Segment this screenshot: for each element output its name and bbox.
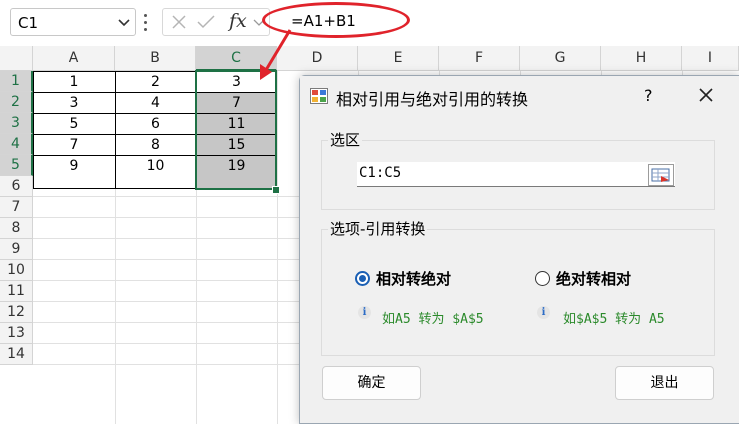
exit-button[interactable]: 退出: [615, 366, 714, 400]
option1-label[interactable]: 相对转绝对: [376, 268, 451, 289]
name-box[interactable]: C1: [10, 8, 136, 36]
row-header-1[interactable]: 1: [0, 71, 33, 92]
radio-absolute-to-relative[interactable]: [535, 271, 550, 286]
row-header-7[interactable]: 7: [0, 197, 33, 218]
row-header-9[interactable]: 9: [0, 239, 33, 260]
cell-b2[interactable]: 4: [115, 92, 196, 113]
fill-handle[interactable]: [272, 186, 280, 194]
gridline: [277, 71, 278, 424]
app-icon: [310, 88, 328, 104]
row-header-6[interactable]: 6: [0, 176, 33, 197]
cell-a2[interactable]: 3: [33, 92, 115, 113]
cell-a4[interactable]: 7: [33, 134, 115, 155]
column-header-b[interactable]: B: [115, 46, 196, 71]
info-icon: i: [358, 306, 371, 319]
select-all-corner[interactable]: [0, 46, 33, 71]
range-select-icon[interactable]: [648, 164, 674, 186]
ok-button[interactable]: 确定: [322, 366, 421, 400]
column-header-a[interactable]: A: [33, 46, 115, 71]
row-header-5[interactable]: 5: [0, 155, 33, 176]
row-header-3[interactable]: 3: [0, 113, 33, 134]
cell-b4[interactable]: 8: [115, 134, 196, 155]
cell-a5[interactable]: 9: [33, 155, 115, 176]
column-header-e[interactable]: E: [358, 46, 439, 71]
cell-a1[interactable]: 1: [33, 71, 115, 92]
conversion-dialog: 相对引用与绝对引用的转换 ? 选区 C1:C5 选项-引用转换 相对转绝对 绝对…: [299, 75, 739, 424]
insert-function-button[interactable]: fx: [229, 10, 247, 32]
help-button[interactable]: ?: [644, 86, 653, 105]
chevron-down-icon[interactable]: [117, 15, 131, 29]
column-header-f[interactable]: F: [439, 46, 520, 71]
row-header-13[interactable]: 13: [0, 323, 33, 344]
cancel-icon[interactable]: [171, 14, 187, 30]
column-header-g[interactable]: G: [520, 46, 601, 71]
row-header-12[interactable]: 12: [0, 302, 33, 323]
row-header-14[interactable]: 14: [0, 344, 33, 365]
cell-b3[interactable]: 6: [115, 113, 196, 134]
range-value: C1:C5: [359, 165, 402, 181]
option2-label[interactable]: 绝对转相对: [556, 268, 631, 289]
confirm-icon[interactable]: [197, 14, 215, 30]
close-icon[interactable]: [698, 87, 714, 103]
option2-hint: 如$A$5 转为 A5: [563, 312, 665, 327]
options-group: [321, 229, 715, 356]
option1-hint: 如A5 转为 $A$5: [382, 312, 484, 327]
options-group-label: 选项-引用转换: [328, 218, 428, 239]
range-input[interactable]: C1:C5: [357, 162, 675, 187]
dialog-title: 相对引用与绝对引用的转换: [336, 90, 529, 109]
row-header-10[interactable]: 10: [0, 260, 33, 281]
row-header-4[interactable]: 4: [0, 134, 33, 155]
row-header-8[interactable]: 8: [0, 218, 33, 239]
column-header-h[interactable]: H: [601, 46, 682, 71]
name-box-value: C1: [18, 14, 39, 32]
radio-relative-to-absolute[interactable]: [355, 271, 370, 286]
cell-b5[interactable]: 10: [115, 155, 196, 176]
cell-b1[interactable]: 2: [115, 71, 196, 92]
info-icon: i: [537, 306, 550, 319]
cell-a3[interactable]: 5: [33, 113, 115, 134]
row-header-2[interactable]: 2: [0, 92, 33, 113]
more-options-icon[interactable]: [144, 14, 148, 32]
dialog-titlebar[interactable]: 相对引用与绝对引用的转换 ?: [300, 76, 739, 116]
column-header-i[interactable]: I: [682, 46, 739, 71]
selection-border: [195, 70, 277, 190]
range-group-label: 选区: [328, 129, 363, 150]
row-header-11[interactable]: 11: [0, 281, 33, 302]
